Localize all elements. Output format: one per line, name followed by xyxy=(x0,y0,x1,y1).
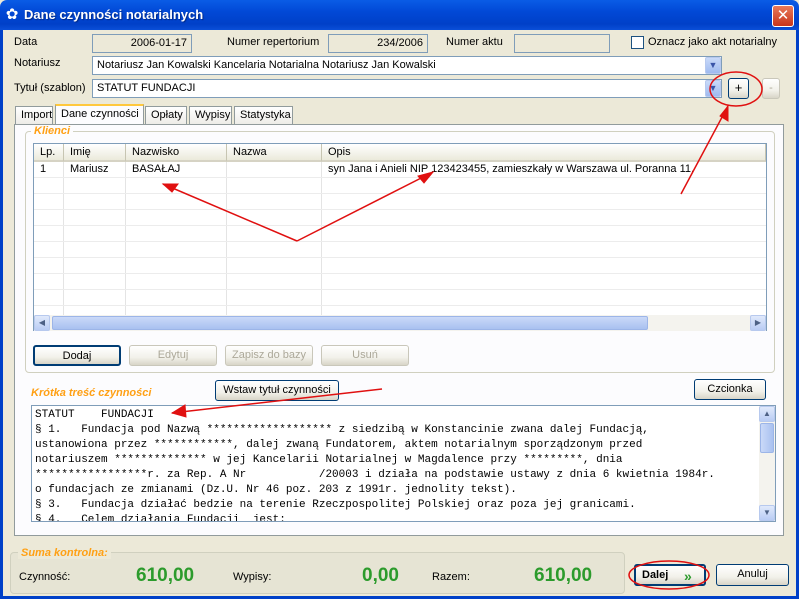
grid-row-line xyxy=(34,226,766,242)
cell-lp: 1 xyxy=(40,163,47,175)
akt-label: Numer aktu xyxy=(446,36,503,48)
grid-row-line xyxy=(34,290,766,306)
col-opis[interactable]: Opis xyxy=(322,144,766,162)
czynnosc-value: 610,00 xyxy=(136,565,195,586)
cell-opis: syn Jana i Anieli NIP 123423455, zamiesz… xyxy=(328,163,695,175)
close-button[interactable]: ✕ xyxy=(772,5,794,27)
akt-field[interactable] xyxy=(514,34,610,53)
wypisy-value: 0,00 xyxy=(362,565,399,586)
remove-template-button[interactable]: - xyxy=(762,78,780,99)
tab-import[interactable]: Import xyxy=(15,106,53,125)
grid-row-line xyxy=(34,242,766,258)
text-line: *****************r. za Rep. A Nr /20003 … xyxy=(35,469,715,481)
oznacz-label: Oznacz jako akt notarialny xyxy=(648,36,778,48)
double-arrow-right-icon: » xyxy=(684,568,692,584)
razem-label: Razem: xyxy=(432,571,470,583)
tab-dane-czynnosci[interactable]: Dane czynności xyxy=(55,104,144,126)
grid-row-line xyxy=(34,194,766,210)
data-label: Data xyxy=(14,36,38,48)
text-line: STATUT FUNDACJI xyxy=(35,409,154,421)
scroll-left-icon[interactable]: ◀ xyxy=(34,315,50,331)
col-nazwa[interactable]: Nazwa xyxy=(227,144,322,162)
wypisy-label: Wypisy: xyxy=(233,571,272,583)
text-line: § 4. Celem działania Fundacji jest: xyxy=(35,514,286,522)
scroll-right-icon[interactable]: ▶ xyxy=(750,315,766,331)
data-field[interactable]: 2006-01-17 xyxy=(92,34,192,53)
edytuj-button[interactable]: Edytuj xyxy=(129,345,217,366)
czynnosc-label: Czynność: xyxy=(19,571,71,583)
vscroll-thumb[interactable] xyxy=(760,423,774,453)
dodaj-button[interactable]: Dodaj xyxy=(33,345,121,366)
col-nazwisko[interactable]: Nazwisko xyxy=(126,144,227,162)
notariusz-dropdown-icon[interactable]: ▼ xyxy=(705,57,721,74)
scroll-up-icon[interactable]: ▲ xyxy=(759,406,775,422)
oznacz-checkbox[interactable] xyxy=(631,36,644,49)
text-line: notariuszem ************** w jej Kancela… xyxy=(35,454,623,466)
notariusz-select[interactable]: Notariusz Jan Kowalski Kancelaria Notari… xyxy=(92,56,722,75)
tab-statystyka[interactable]: Statystyka xyxy=(234,106,293,125)
czcionka-button[interactable]: Czcionka xyxy=(694,379,766,400)
usun-button[interactable]: Usuń xyxy=(321,345,409,366)
col-lp[interactable]: Lp. xyxy=(34,144,64,162)
table-row[interactable]: 1 Mariusz BASAŁAJ syn Jana i Anieli NIP … xyxy=(34,162,766,178)
grid-row-line xyxy=(34,274,766,290)
grid-row-line xyxy=(34,178,766,194)
notariusz-label: Notariusz xyxy=(14,57,61,69)
tytul-label: Tytuł (szablon) xyxy=(14,82,86,94)
window-title: Dane czynności notarialnych xyxy=(24,7,204,22)
wstaw-tytul-button[interactable]: Wstaw tytuł czynności xyxy=(215,380,339,401)
cell-imie: Mariusz xyxy=(70,163,109,175)
scroll-thumb[interactable] xyxy=(52,316,648,330)
repertorium-field[interactable]: 234/2006 xyxy=(328,34,428,53)
cell-nazwisko: BASAŁAJ xyxy=(132,163,181,175)
zapisz-button[interactable]: Zapisz do bazy xyxy=(225,345,313,366)
grid-row-line xyxy=(34,258,766,274)
app-icon: ✿ xyxy=(5,6,19,23)
repertorium-label: Numer repertorium xyxy=(227,36,320,48)
dalej-label: Dalej xyxy=(642,569,669,581)
dalej-button[interactable]: Dalej » xyxy=(634,564,706,586)
klienci-title: Klienci xyxy=(31,125,74,137)
anuluj-button[interactable]: Anuluj xyxy=(716,564,789,586)
text-line: ustanowiona przez ************, dalej zw… xyxy=(35,439,643,451)
text-line: § 1. Fundacja pod Nazwą ****************… xyxy=(35,424,649,436)
tytul-dropdown-icon[interactable]: ▼ xyxy=(705,80,721,97)
col-imie[interactable]: Imię xyxy=(64,144,126,162)
scroll-down-icon[interactable]: ▼ xyxy=(759,505,775,521)
razem-value: 610,00 xyxy=(534,565,593,586)
cell-nazwa xyxy=(227,162,322,178)
text-line: § 3. Fundacja działać bedzie na terenie … xyxy=(35,499,636,511)
add-template-button[interactable]: + xyxy=(728,78,749,99)
tresc-title: Krótka treść czynności xyxy=(31,387,152,399)
tresc-textarea[interactable]: STATUT FUNDACJI § 1. Fundacja pod Nazwą … xyxy=(31,405,776,522)
tab-oplaty[interactable]: Opłaty xyxy=(145,106,187,125)
text-line: o fundacjach ze zmianami (Dz.U. Nr 46 po… xyxy=(35,484,517,496)
grid-row-line xyxy=(34,210,766,226)
suma-title: Suma kontrolna: xyxy=(18,547,111,559)
tytul-select[interactable]: STATUT FUNDACJI xyxy=(92,79,722,98)
tab-wypisy[interactable]: Wypisy xyxy=(189,106,232,125)
